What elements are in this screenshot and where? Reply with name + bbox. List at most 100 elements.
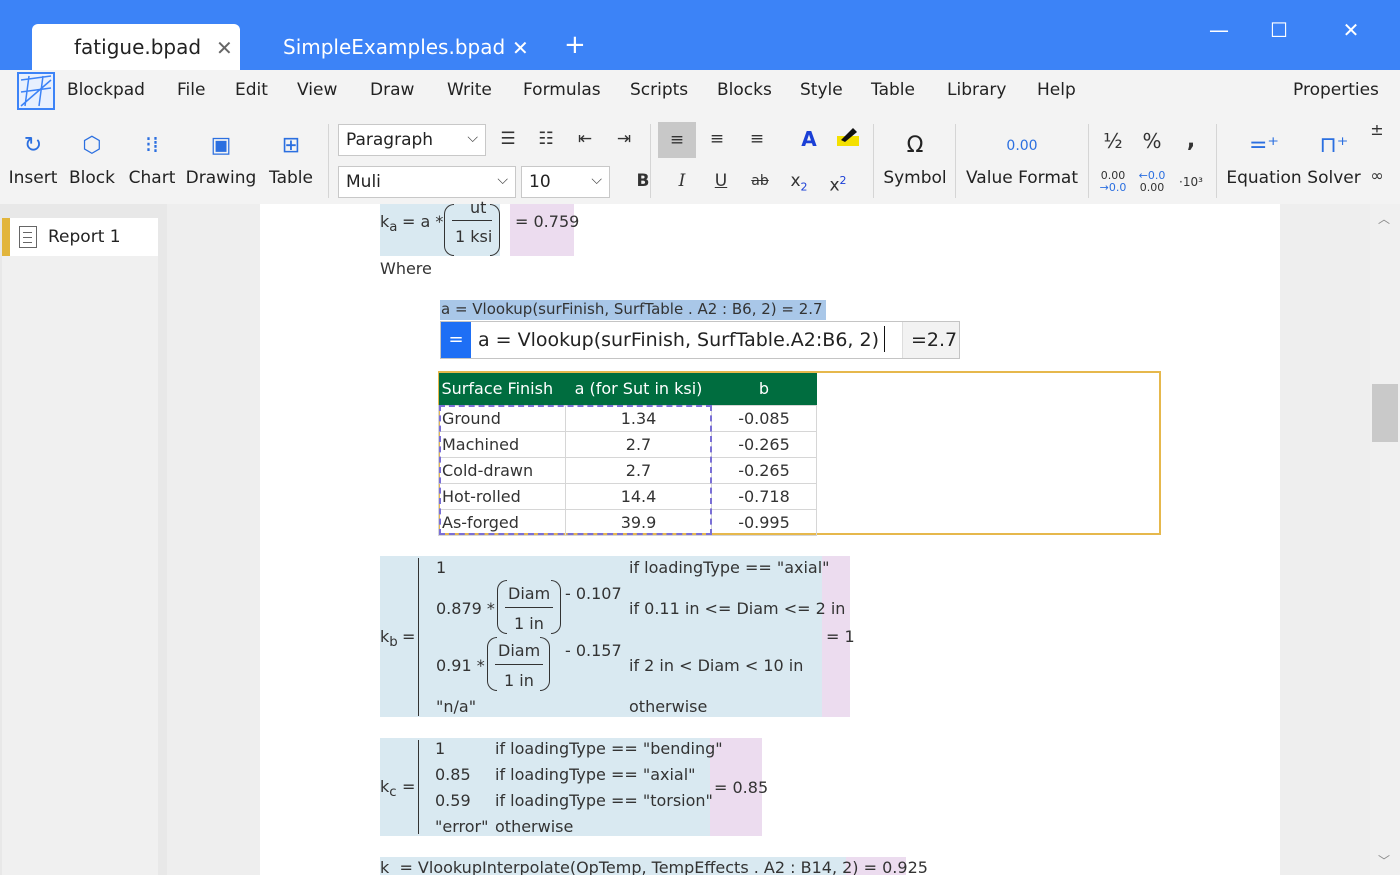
drawing-icon: ▣ [210,133,232,158]
highlight-icon[interactable] [833,124,863,154]
bold-button[interactable]: B [628,166,658,196]
minimize-button[interactable]: — [1204,18,1234,44]
separator [328,124,329,198]
omega-icon: Ω [906,133,924,158]
menu-style[interactable]: Style [800,80,843,100]
formula-input[interactable]: a = Vlookup(surFinish, SurfTable.A2:B6, … [478,329,879,351]
kd-formula: k = VlookupInterpolate(OpTemp, TempEffec… [380,858,928,875]
link-icon[interactable]: ∞ [1366,168,1388,184]
align-left-icon[interactable]: ≡ [658,122,696,158]
table-cell[interactable]: -0.265 [711,430,817,458]
properties-button[interactable]: Properties [1293,80,1379,100]
kb-case-numerator: Diam [498,641,541,660]
table-header[interactable]: a (for Sut in ksi) [565,373,712,405]
table-header[interactable]: b [711,373,817,405]
block-button[interactable]: ⬡ Block [68,132,116,188]
drawing-button[interactable]: ▣ Drawing [184,132,258,188]
equals-button[interactable]: = [441,322,471,358]
chart-button[interactable]: ⁝⁞ Chart [126,132,178,188]
menu-draw[interactable]: Draw [370,80,414,100]
menu-write[interactable]: Write [447,80,492,100]
kc-case-value: 0.85 [435,765,471,784]
font-size-select[interactable]: 10 ⌵ [521,166,610,198]
kb-case-condition: otherwise [629,697,708,716]
numbered-list-icon[interactable]: ☷ [531,124,561,154]
fraction-line [452,220,492,221]
tab-simple-examples[interactable]: SimpleExamples.bpad ✕ [250,24,550,70]
page-item-report-1[interactable]: Report 1 [2,218,158,256]
menu-formulas[interactable]: Formulas [523,80,601,100]
scroll-down-icon[interactable]: ﹀ [1378,852,1390,869]
document-icon [19,226,37,248]
kb-case-denominator: 1 in [504,671,534,690]
paragraph-style-select[interactable]: Paragraph ⌵ [338,124,486,156]
table-cell[interactable]: -0.995 [711,508,817,536]
kb-equation-block[interactable] [380,556,822,717]
equation-button[interactable]: =⁺ Equation [1226,132,1302,188]
tab-fatigue[interactable]: fatigue.bpad ✕ [32,24,240,70]
symbol-button[interactable]: Ω Symbol [882,132,948,188]
insert-icon: ↻ [23,133,43,158]
close-tab-icon[interactable]: ✕ [512,36,529,60]
menu-library[interactable]: Library [947,80,1006,100]
font-color-icon[interactable]: A [794,124,824,154]
bullet-list-icon[interactable]: ☰ [493,124,523,154]
table-cell[interactable]: -0.085 [711,404,817,432]
menu-view[interactable]: View [297,80,337,100]
tab-label: fatigue.bpad [74,35,202,59]
chevron-down-icon: ⌵ [591,172,602,188]
menu-edit[interactable]: Edit [235,80,268,100]
separator [955,124,956,198]
separator [873,124,874,198]
align-center-icon[interactable]: ≡ [702,124,732,154]
chart-icon: ⁝⁞ [145,133,159,158]
kb-case-exponent: - 0.107 [565,584,622,603]
scientific-notation-icon[interactable]: ·10³ [1176,176,1206,188]
close-tab-icon[interactable]: ✕ [216,36,233,60]
menu-file[interactable]: File [177,80,205,100]
strikethrough-button[interactable]: ab [745,166,775,196]
table-header[interactable]: Surface Finish [438,373,566,405]
add-row-icon[interactable]: ± [1366,122,1388,138]
value-format-button[interactable]: 0.00 Value Format [964,132,1080,188]
vertical-scrollbar[interactable]: ︿ ﹀ [1370,204,1400,875]
indent-icon[interactable]: ⇥ [609,124,639,154]
kb-case-condition: if 2 in < Diam < 10 in [629,656,804,675]
solver-button[interactable]: ⊓⁺ Solver [1306,132,1362,188]
subscript-button[interactable]: x2 [784,166,814,196]
menu-help[interactable]: Help [1037,80,1076,100]
superscript-button[interactable]: x2 [823,166,853,196]
scrollbar-thumb[interactable] [1372,384,1398,442]
menu-blocks[interactable]: Blocks [717,80,772,100]
scroll-up-icon[interactable]: ︿ [1378,210,1390,227]
table-cell[interactable]: -0.718 [711,482,817,510]
plus-icon[interactable]: + [564,30,586,60]
fraction-icon[interactable]: ½ [1098,126,1128,156]
italic-button[interactable]: I [667,166,697,196]
font-family-select[interactable]: Muli ⌵ [338,166,516,198]
ka-result: = 0.759 [515,212,580,231]
piecewise-bar [418,558,419,716]
table-cell[interactable]: -0.265 [711,456,817,484]
percent-icon[interactable]: % [1137,126,1167,156]
kc-case-condition: if loadingType == "axial" [495,765,696,784]
menu-table[interactable]: Table [871,80,915,100]
underline-button[interactable]: U [706,166,736,196]
outdent-icon[interactable]: ⇤ [570,124,600,154]
menu-scripts[interactable]: Scripts [630,80,688,100]
increase-decimal-icon[interactable]: 0.00 →0.0 [1098,170,1128,194]
close-button[interactable]: ✕ [1336,18,1366,44]
maximize-button[interactable]: ☐ [1264,18,1294,44]
kc-case-value: 1 [435,739,446,758]
chevron-down-icon: ⌵ [497,172,508,188]
a-formula[interactable]: a = Vlookup(surFinish, SurfTable . A2 : … [441,300,823,318]
align-right-icon[interactable]: ≡ [742,124,772,154]
kb-result: = 1 [826,627,855,646]
table-button[interactable]: ⊞ Table [266,132,316,188]
ka-lhs: ka [380,212,398,236]
insert-button[interactable]: ↻ Insert [6,132,60,188]
decrease-decimal-icon[interactable]: ←0.0 0.00 [1137,170,1167,194]
comma-icon[interactable]: , [1176,126,1206,156]
equation-icon: =⁺ [1248,133,1280,158]
kb-case-numerator: Diam [508,584,551,603]
